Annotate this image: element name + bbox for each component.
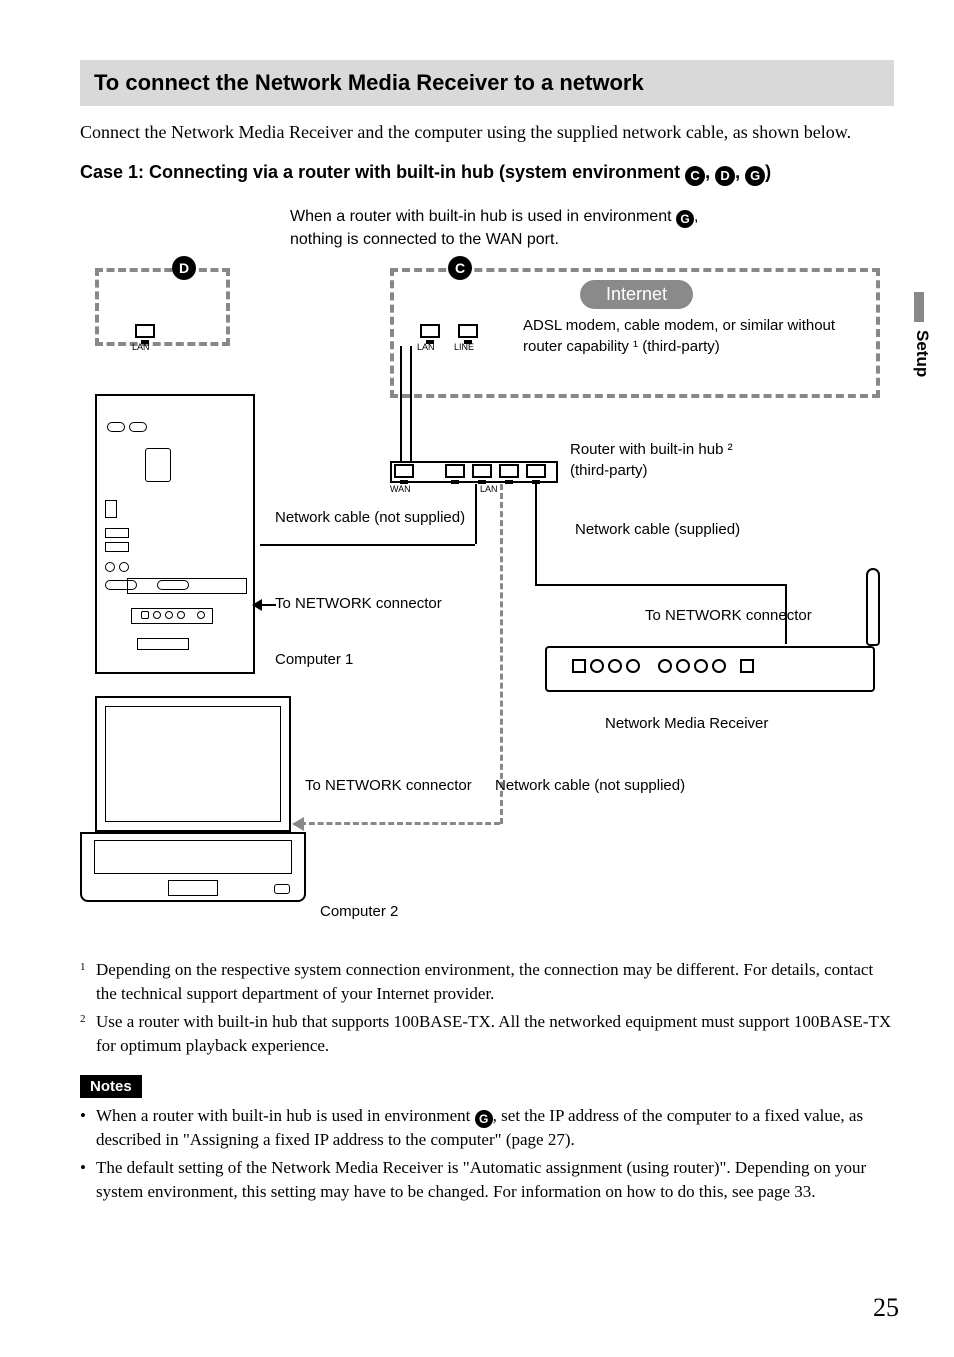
modem-line-port-icon bbox=[458, 324, 478, 338]
to-network-connector-label-1: To NETWORK connector bbox=[275, 594, 442, 614]
cable-modem-router bbox=[400, 346, 402, 461]
router-lan-port-icon bbox=[526, 464, 546, 478]
env-letter-g: G bbox=[745, 166, 765, 186]
side-section-label: Setup bbox=[912, 330, 932, 377]
env-letter-d: D bbox=[715, 166, 735, 186]
cable-to-c2-dashed-h bbox=[300, 822, 500, 825]
netcable-s-text: Network cable (supplied) bbox=[575, 521, 740, 538]
modem-lan-text: LAN bbox=[417, 342, 435, 352]
section-heading: To connect the Network Media Receiver to… bbox=[94, 70, 880, 96]
netcable-ns-text: Network cable (not supplied) bbox=[275, 509, 465, 526]
env-d-lan-text: LAN bbox=[132, 342, 150, 352]
footnote-2-text: Use a router with built-in hub that supp… bbox=[96, 1010, 894, 1058]
nmr-label: Network Media Receiver bbox=[605, 714, 768, 734]
laptop-icon bbox=[80, 696, 310, 916]
case-heading: Case 1: Connecting via a router with bui… bbox=[80, 162, 894, 186]
modem-lan-port-icon bbox=[420, 324, 440, 338]
env-d-lan-port-icon bbox=[135, 324, 155, 338]
netcable-ns-text: Network cable (not supplied) bbox=[495, 777, 685, 794]
environment-note: When a router with built-in hub is used … bbox=[290, 206, 698, 251]
router-label-l1: Router with built-in hub ² bbox=[570, 441, 733, 458]
cable-router-c1-v bbox=[475, 484, 477, 544]
notes-list: When a router with built-in hub is used … bbox=[80, 1104, 894, 1203]
nmr-antenna-icon bbox=[866, 568, 880, 646]
router-label: Router with built-in hub ² (third-party) bbox=[570, 440, 733, 481]
note-item-1: When a router with built-in hub is used … bbox=[80, 1104, 894, 1152]
modem-line-text: LINE bbox=[454, 342, 474, 352]
tonet-text: To NETWORK connector bbox=[305, 777, 472, 794]
router-lan-port-icon bbox=[445, 464, 465, 478]
network-cable-not-supplied-label-1: Network cable (not supplied) bbox=[275, 508, 465, 528]
cable-router-nmr-h bbox=[535, 584, 785, 586]
case-heading-prefix: Case 1: Connecting via a router with bui… bbox=[80, 162, 685, 182]
env-note-letter: G bbox=[676, 210, 694, 228]
notes-heading: Notes bbox=[80, 1075, 142, 1098]
case-heading-suffix: ) bbox=[765, 162, 771, 182]
env-note-l1-suffix: , bbox=[694, 208, 698, 225]
footnote-1-text: Depending on the respective system conne… bbox=[96, 958, 894, 1006]
cable-router-nmr-down bbox=[785, 584, 787, 644]
section-heading-bar: To connect the Network Media Receiver to… bbox=[80, 60, 894, 106]
modem-label: ADSL modem, cable modem, or similar with… bbox=[523, 316, 853, 357]
cable-router-nmr bbox=[535, 484, 537, 584]
page-number: 25 bbox=[873, 1293, 899, 1323]
router-wan-port-icon bbox=[394, 464, 414, 478]
network-cable-not-supplied-label-2: Network cable (not supplied) bbox=[495, 776, 685, 796]
tonet-text: To NETWORK connector bbox=[275, 595, 442, 612]
footnote-1: 1Depending on the respective system conn… bbox=[80, 958, 894, 1006]
network-cable-supplied-label: Network cable (supplied) bbox=[575, 520, 740, 540]
to-network-connector-label-3: To NETWORK connector bbox=[305, 776, 472, 796]
computer-1-label: Computer 1 bbox=[275, 650, 353, 670]
arrow-to-c1-head bbox=[252, 599, 262, 611]
note-2-text: The default setting of the Network Media… bbox=[96, 1156, 894, 1204]
side-tab bbox=[914, 292, 924, 322]
internet-label: Internet bbox=[580, 280, 693, 309]
env-letter-c: C bbox=[685, 166, 705, 186]
connection-diagram: When a router with built-in hub is used … bbox=[80, 206, 894, 946]
router-wan-text: WAN bbox=[390, 484, 411, 494]
computer-2-label: Computer 2 bbox=[320, 902, 398, 922]
nmr-controls-icon bbox=[570, 659, 756, 673]
computer-tower-icon bbox=[95, 406, 255, 674]
intro-paragraph: Connect the Network Media Receiver and t… bbox=[80, 120, 894, 144]
cable-modem-router-2 bbox=[410, 346, 412, 461]
footnotes: 1Depending on the respective system conn… bbox=[80, 958, 894, 1057]
note-item-2: The default setting of the Network Media… bbox=[80, 1156, 894, 1204]
router-lan-text: LAN bbox=[480, 484, 498, 494]
footnote-2: 2Use a router with built-in hub that sup… bbox=[80, 1010, 894, 1058]
router-label-l2: (third-party) bbox=[570, 462, 648, 479]
env-note-l2: nothing is connected to the WAN port. bbox=[290, 231, 559, 248]
note-1-prefix: When a router with built-in hub is used … bbox=[96, 1106, 475, 1125]
cable-router-c2-dashed bbox=[500, 484, 503, 824]
env-d-box bbox=[95, 268, 230, 346]
env-note-l1: When a router with built-in hub is used … bbox=[290, 208, 676, 225]
note-1-letter: G bbox=[475, 1110, 493, 1128]
router-lan-port-icon bbox=[499, 464, 519, 478]
router-lan-port-icon bbox=[472, 464, 492, 478]
cable-router-c1-h bbox=[260, 544, 475, 546]
